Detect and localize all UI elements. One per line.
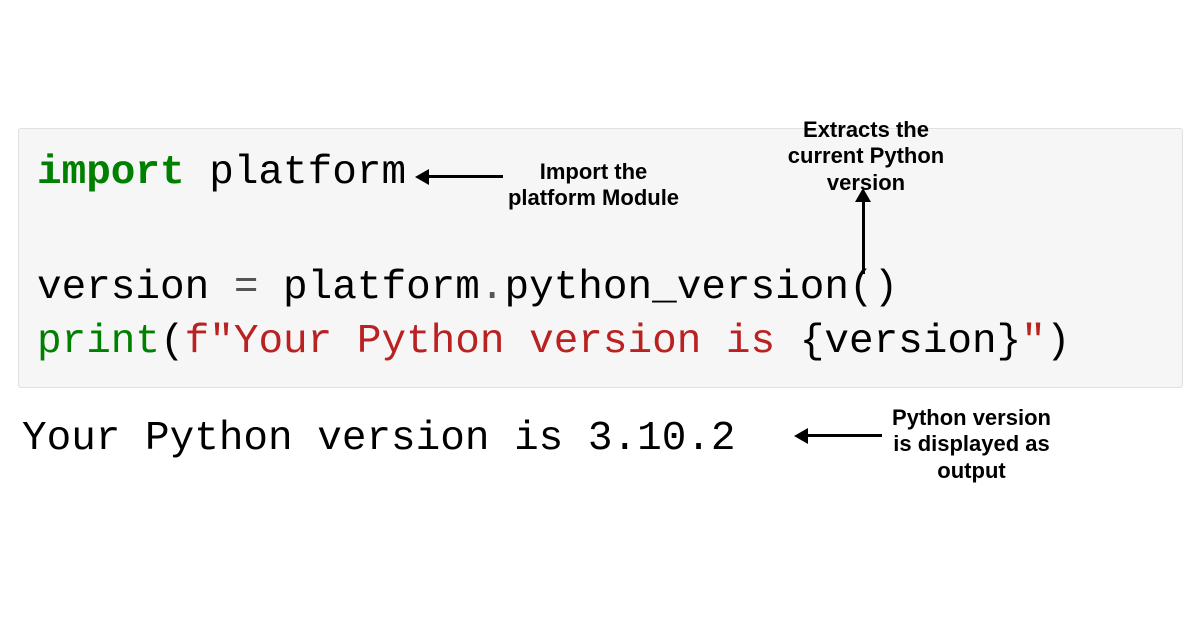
- open-paren: (: [160, 319, 185, 365]
- interpolation-var: version: [824, 319, 996, 365]
- keyword-import: import: [37, 150, 185, 196]
- keyword-print: print: [37, 319, 160, 365]
- parentheses: (): [849, 265, 898, 311]
- arrow-line-3: [802, 434, 882, 437]
- code-line-3: print(f"Your Python version is {version}…: [37, 316, 1164, 369]
- module-name: platform: [185, 150, 406, 196]
- code-line-2: version = platform.python_version(): [37, 262, 1164, 315]
- annotation-extract: Extracts the current Python version: [786, 117, 946, 196]
- fstring-end: ": [1021, 319, 1046, 365]
- function-call: python_version: [505, 265, 849, 311]
- arrow-line-2: [862, 196, 865, 274]
- arrow-head-3: [794, 428, 808, 444]
- close-paren: ): [1046, 319, 1071, 365]
- operator-equals: =: [234, 265, 259, 311]
- fstring-prefix: f"Your Python version is: [185, 319, 800, 365]
- arrow-head-2: [855, 188, 871, 202]
- variable-name: version: [37, 265, 234, 311]
- open-brace: {: [800, 319, 825, 365]
- annotation-import: Import the platform Module: [506, 159, 681, 212]
- dot-operator: .: [480, 265, 505, 311]
- close-brace: }: [997, 319, 1022, 365]
- output-text: Your Python version is 3.10.2: [22, 416, 736, 462]
- module-ref: platform: [258, 265, 479, 311]
- arrow-line-1: [423, 175, 503, 178]
- annotation-output: Python version is displayed as output: [884, 405, 1059, 484]
- arrow-head-1: [415, 169, 429, 185]
